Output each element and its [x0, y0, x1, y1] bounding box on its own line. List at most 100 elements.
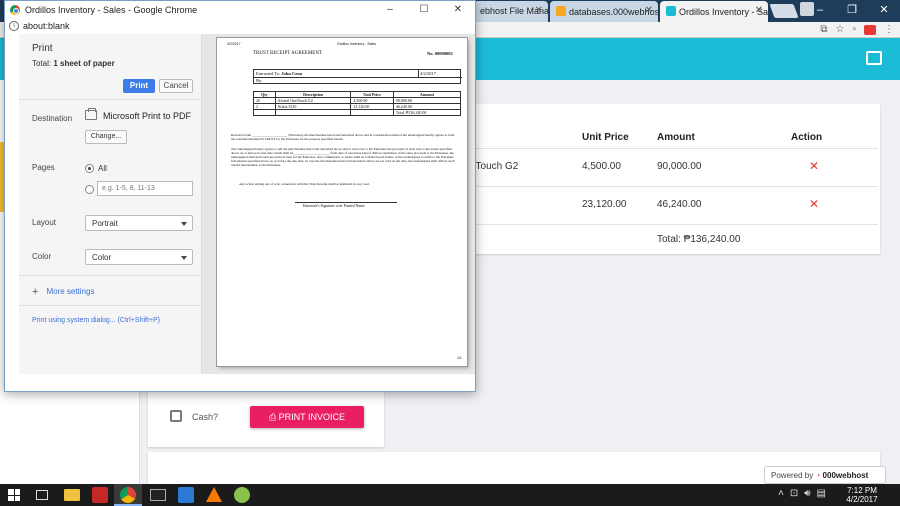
notification-icon[interactable]: ▤	[817, 488, 826, 499]
cell-amount: 46,240.00	[657, 199, 702, 210]
visual-studio-code-icon[interactable]	[178, 487, 194, 503]
system-tray: ˄ ⊡ 🔊︎ ▤	[778, 488, 826, 499]
task-view-icon[interactable]	[36, 490, 48, 500]
total-amount: Total: ₱136,240.00	[657, 234, 741, 245]
menu-icon[interactable]: ⋮	[884, 24, 894, 35]
remove-item-icon[interactable]: ✕	[809, 159, 819, 173]
print-invoice-button[interactable]: ⎙ PRINT INVOICE	[250, 406, 364, 428]
window-controls: – ❐ ✕	[804, 0, 900, 22]
extension-icon[interactable]: ▫	[852, 24, 856, 35]
taskbar: ˄ ⊡ 🔊︎ ▤ 7:12 PM 4/2/2017	[0, 484, 900, 506]
divider	[458, 148, 878, 149]
windows-start-icon[interactable]	[8, 489, 20, 501]
chart-icon	[556, 6, 566, 16]
close-button[interactable]: ✕	[441, 1, 475, 18]
pages-all-radio[interactable]	[85, 164, 94, 173]
close-tab-icon[interactable]: ✕	[535, 5, 543, 16]
column-header-amount: Amount	[657, 132, 695, 143]
destination-value: Microsoft Print to PDF	[103, 111, 192, 121]
system-dialog-link[interactable]: Print using system dialog... (Ctrl+Shift…	[32, 317, 160, 324]
terminal-icon[interactable]	[150, 489, 166, 501]
star-icon[interactable]: ☆	[835, 24, 844, 35]
clock-date: 4/2/2017	[846, 495, 878, 504]
column-header-unit-price: Unit Price	[582, 132, 629, 143]
cell-unit-price: 4,500.00	[582, 161, 621, 172]
color-label: Color	[32, 252, 52, 261]
cell-amount: 90,000.00	[657, 161, 702, 172]
window-title: Ordillos Inventory - Sales - Google Chro…	[25, 5, 198, 15]
print-invoice-label: PRINT INVOICE	[278, 412, 346, 422]
divider	[19, 99, 202, 100]
print-window: Ordillos Inventory - Sales - Google Chro…	[4, 0, 476, 392]
printer-icon	[85, 108, 97, 120]
sheet-total: Total: 1 sheet of paper	[32, 59, 115, 68]
vlc-icon[interactable]	[206, 487, 222, 502]
chevron-up-icon[interactable]: ˄	[778, 488, 784, 499]
chrome-icon	[10, 5, 20, 15]
extension-red-icon[interactable]	[864, 24, 876, 35]
tab-file-manager[interactable]: ebhost File Mana ✕	[474, 1, 548, 22]
preview-page-number: 1/1	[457, 356, 462, 360]
close-tab-icon[interactable]: ✕	[645, 5, 653, 16]
minimize-button[interactable]: –	[373, 1, 407, 18]
restore-button[interactable]: ❐	[836, 0, 868, 22]
total-value: 1 sheet of paper	[53, 59, 115, 68]
remove-item-icon[interactable]: ✕	[809, 197, 819, 211]
print-button[interactable]: Print	[123, 79, 155, 93]
more-settings-link[interactable]: + More settings	[32, 286, 94, 298]
pages-label: Pages	[32, 163, 55, 172]
entrusted-label: Entrusted To:	[256, 71, 282, 76]
change-destination-button[interactable]: Change...	[85, 130, 127, 144]
app-icon[interactable]	[234, 487, 250, 503]
app-icon[interactable]	[92, 487, 108, 503]
entrusted-box: Entrusted To: John Cena 4/2/2017 By:	[253, 69, 462, 84]
network-icon[interactable]: ⊡	[790, 488, 798, 499]
divider	[458, 224, 878, 225]
volume-icon[interactable]: 🔊︎	[804, 488, 810, 499]
entrusted-to: Entrusted To: John Cena	[256, 71, 302, 76]
cash-checkbox[interactable]	[170, 410, 182, 422]
minimize-button[interactable]: –	[804, 0, 836, 22]
fullscreen-icon[interactable]	[866, 51, 882, 65]
cell-empty	[274, 109, 352, 116]
powered-by-badge[interactable]: Powered by ◔ 000webhost	[764, 466, 886, 484]
table-row: Total: ₱136,240.00	[253, 109, 462, 116]
signature-line	[295, 202, 397, 203]
file-explorer-icon[interactable]	[64, 489, 80, 501]
address-bar[interactable]: about:blank	[5, 20, 475, 34]
translate-icon[interactable]: ⧉	[820, 24, 827, 35]
items-table: Qty Description Unit Price Amount 20 Alc…	[253, 91, 462, 116]
cancel-button[interactable]: Cancel	[159, 79, 193, 93]
tab-ordillos-inventory[interactable]: Ordillos Inventory - Sal ✕	[660, 1, 768, 22]
close-button[interactable]: ✕	[868, 0, 900, 22]
pages-range-input[interactable]	[97, 181, 193, 196]
clock[interactable]: 7:12 PM 4/2/2017	[832, 486, 892, 504]
close-tab-icon[interactable]: ✕	[755, 5, 763, 16]
preview-header: Ordillos Inventory - Sales	[337, 42, 377, 46]
receipt-number: No. 00000002	[427, 51, 453, 56]
column-header-action: Action	[791, 132, 823, 143]
entrusted-date: 4/2/2017	[420, 71, 437, 76]
webhost-logo-icon: ◔	[815, 471, 823, 480]
print-heading: Print	[32, 43, 53, 54]
maximize-button[interactable]: ☐	[407, 1, 441, 18]
chrome-icon[interactable]	[120, 487, 136, 503]
print-window-titlebar: Ordillos Inventory - Sales - Google Chro…	[5, 1, 475, 20]
print-preview-page[interactable]: 4/2/2017 Ordillos Inventory - Sales TRUS…	[217, 38, 467, 366]
divider	[418, 70, 419, 77]
divider	[458, 186, 878, 187]
layout-select[interactable]: Portrait	[85, 215, 193, 231]
chevron-down-icon	[181, 256, 187, 260]
preview-date: 4/2/2017	[227, 42, 241, 46]
layout-label: Layout	[32, 218, 57, 227]
tab-databases[interactable]: databases.000webhost ✕	[550, 1, 658, 22]
color-select[interactable]: Color	[85, 249, 193, 265]
more-settings-label: More settings	[46, 287, 95, 296]
entrusted-name: John Cena	[281, 71, 302, 76]
color-value: Color	[92, 253, 112, 262]
print-window-controls: – ☐ ✕	[373, 1, 475, 18]
pages-custom-radio[interactable]	[85, 185, 94, 194]
new-tab-button[interactable]	[769, 4, 799, 18]
receipt-paragraph: Received from _____________________ (Ent…	[231, 133, 455, 141]
cell-empty	[350, 109, 394, 116]
